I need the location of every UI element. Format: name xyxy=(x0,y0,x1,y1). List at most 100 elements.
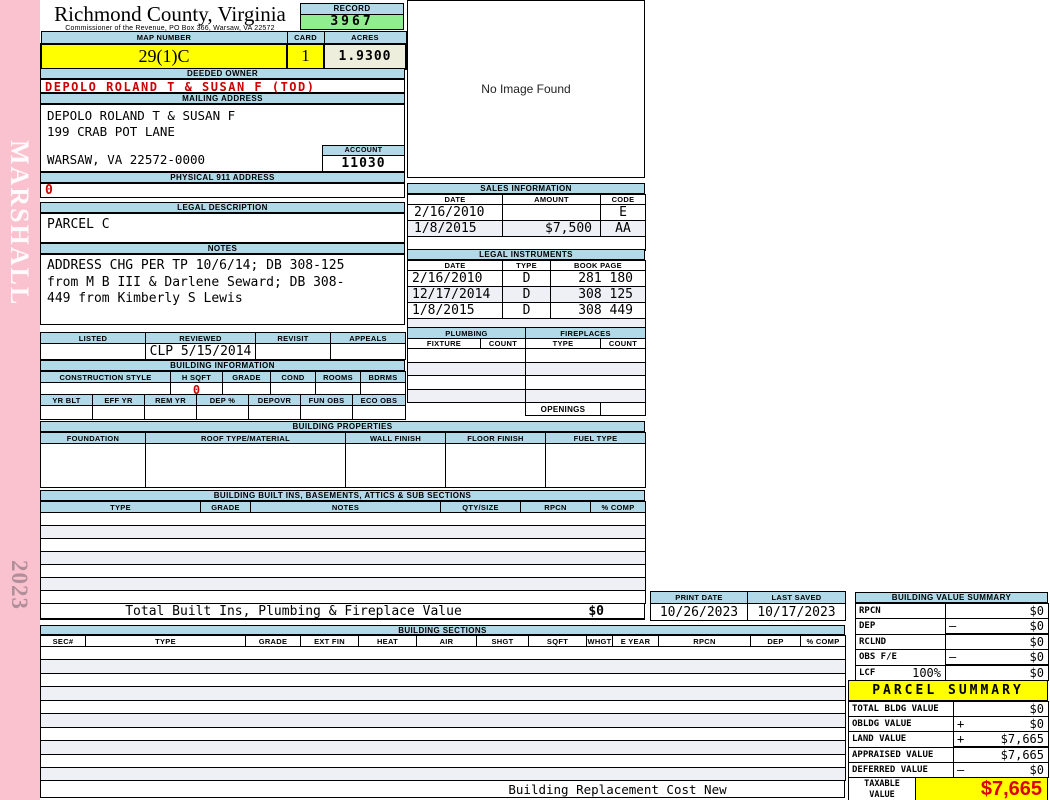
dep-label: DEP xyxy=(855,618,946,635)
built-ins-notes-label: NOTES xyxy=(250,501,441,513)
parcel-summary-row: OBLDG VALUE + $0 xyxy=(848,716,1049,732)
obldg-op: + xyxy=(957,717,965,731)
revisit-field[interactable] xyxy=(255,343,331,360)
plumbing-empty-row xyxy=(407,362,647,376)
bdrms-label: BDRMS xyxy=(360,371,406,383)
yrblt-field[interactable] xyxy=(40,405,93,420)
taxable-value-row: TAXABLE VALUE $7,665 xyxy=(848,778,1048,800)
instrument-type: D xyxy=(502,286,551,303)
hsqft-label: H SQFT xyxy=(170,371,223,383)
remyr-label: REM YR xyxy=(144,394,197,406)
last-saved-label: LAST SAVED xyxy=(747,591,846,604)
ecoobs-field[interactable] xyxy=(352,405,406,420)
building-sections-title: BUILDING SECTIONS xyxy=(40,625,845,635)
instrument-row[interactable]: 12/17/2014 D 308 125 xyxy=(407,286,646,303)
section-whgt-label: WHGT xyxy=(586,635,613,647)
reviewed-field[interactable]: CLP 5/15/2014 xyxy=(145,343,256,360)
total-bldg-value: $0 xyxy=(1029,702,1044,716)
card-field[interactable]: 1 xyxy=(286,42,325,70)
deferred-op: – xyxy=(957,763,965,777)
value-summary-row: RCLND $0 xyxy=(855,633,1049,650)
remyr-field[interactable] xyxy=(144,405,197,420)
notes-line-1: ADDRESS CHG PER TP 10/6/14; DB 308-125 xyxy=(47,258,345,273)
roof-type-field[interactable] xyxy=(145,443,346,488)
plumbing-empty-row xyxy=(407,389,647,403)
notes-label: NOTES xyxy=(40,243,405,254)
funobs-field[interactable] xyxy=(300,405,353,420)
built-ins-qty-label: QTY/SIZE xyxy=(440,501,521,513)
instrument-book: 281 180 xyxy=(550,270,646,287)
fireplace-count-label: COUNT xyxy=(599,338,647,349)
sale-code: AA xyxy=(600,220,646,237)
obs-fe-value: $0 xyxy=(1029,650,1044,664)
dep-pct-field[interactable] xyxy=(196,405,249,420)
rooms-label: ROOMS xyxy=(315,371,361,383)
legal-instruments-title: LEGAL INSTRUMENTS xyxy=(407,249,645,260)
land-op: + xyxy=(957,732,965,746)
section-empty-row xyxy=(40,740,846,755)
section-air-label: AIR xyxy=(416,635,477,647)
section-shgt-label: SHGT xyxy=(476,635,529,647)
appraised-value-label: APPRAISED VALUE xyxy=(848,746,954,763)
floor-finish-field[interactable] xyxy=(445,443,546,488)
instrument-row[interactable]: 2/16/2010 D 281 180 xyxy=(407,270,646,287)
sales-row[interactable]: 2/16/2010 E xyxy=(407,204,646,221)
account-label: ACCOUNT xyxy=(322,145,405,156)
depovr-field[interactable] xyxy=(248,405,301,420)
cond-label: COND xyxy=(270,371,316,383)
sale-date: 2/16/2010 xyxy=(407,204,503,221)
map-number-field[interactable]: 29(1)C xyxy=(40,42,288,70)
rpcn-value: $0 xyxy=(1029,604,1044,618)
sale-code: E xyxy=(600,204,646,221)
notes-line-3: 449 from Kimberly S Lewis xyxy=(47,291,243,306)
section-empty-row xyxy=(40,700,846,714)
section-comp-label: % COMP xyxy=(800,635,846,647)
plumbing-empty-row xyxy=(407,375,647,390)
account-field[interactable]: 11030 xyxy=(322,156,405,172)
roof-type-label: ROOF TYPE/MATERIAL xyxy=(145,432,346,444)
construction-style-label: CONSTRUCTION STYLE xyxy=(40,371,171,383)
openings-label: OPENINGS xyxy=(525,402,601,416)
acres-field[interactable]: 1.9300 xyxy=(323,42,407,70)
sales-row[interactable]: 1/8/2015 $7,500 AA xyxy=(407,220,646,237)
last-saved-value: 10/17/2023 xyxy=(747,603,846,621)
wall-finish-field[interactable] xyxy=(345,443,446,488)
instrument-row[interactable]: 1/8/2015 D 308 449 xyxy=(407,302,646,319)
built-ins-grade-label: GRADE xyxy=(200,501,251,513)
obs-fe-label: OBS F/E xyxy=(855,649,946,666)
mailing-line-1: DEPOLO ROLAND T & SUSAN F xyxy=(47,108,236,123)
built-ins-empty-row xyxy=(40,525,646,539)
foundation-field[interactable] xyxy=(40,443,146,488)
section-rpcn-label: RPCN xyxy=(658,635,751,647)
built-ins-empty-row xyxy=(40,512,646,526)
built-ins-empty-row xyxy=(40,538,646,552)
property-photo-placeholder: No Image Found xyxy=(407,0,645,178)
mailing-address-label: MAILING ADDRESS xyxy=(40,93,405,104)
notes-field[interactable]: ADDRESS CHG PER TP 10/6/14; DB 308-125 f… xyxy=(40,254,405,325)
parcel-summary-row: LAND VALUE + $7,665 xyxy=(848,731,1049,748)
deeded-owner-label: DEEDED OWNER xyxy=(40,68,405,79)
sec-num-label: SEC# xyxy=(40,635,86,647)
deeded-owner-field[interactable]: DEPOLO ROLAND T & SUSAN F (TOD) xyxy=(40,79,405,94)
plumbing-count-label: COUNT xyxy=(480,338,526,349)
sale-amount xyxy=(502,204,601,221)
building-properties-title: BUILDING PROPERTIES xyxy=(40,421,645,432)
built-ins-empty-row xyxy=(40,590,646,604)
section-empty-row xyxy=(40,713,846,728)
instrument-date: 1/8/2015 xyxy=(407,302,503,319)
mailing-address-field[interactable]: DEPOLO ROLAND T & SUSAN F 199 CRAB POT L… xyxy=(40,104,405,172)
fuel-type-field[interactable] xyxy=(545,443,646,488)
taxable-value-label: TAXABLE VALUE xyxy=(849,778,916,800)
physical-911-label: PHYSICAL 911 ADDRESS xyxy=(40,172,405,183)
listed-field[interactable] xyxy=(40,343,146,360)
legal-description-field[interactable]: PARCEL C xyxy=(40,213,405,243)
appeals-field[interactable] xyxy=(330,343,406,360)
instrument-date: 2/16/2010 xyxy=(407,270,503,287)
physical-911-field[interactable]: 0 xyxy=(40,183,405,198)
openings-field[interactable] xyxy=(600,402,646,416)
listed-label: LISTED xyxy=(40,332,146,344)
effyr-label: EFF YR xyxy=(92,394,145,406)
taxable-value: $7,665 xyxy=(916,778,1047,800)
effyr-field[interactable] xyxy=(92,405,145,420)
print-date-value: 10/26/2023 xyxy=(650,603,748,621)
